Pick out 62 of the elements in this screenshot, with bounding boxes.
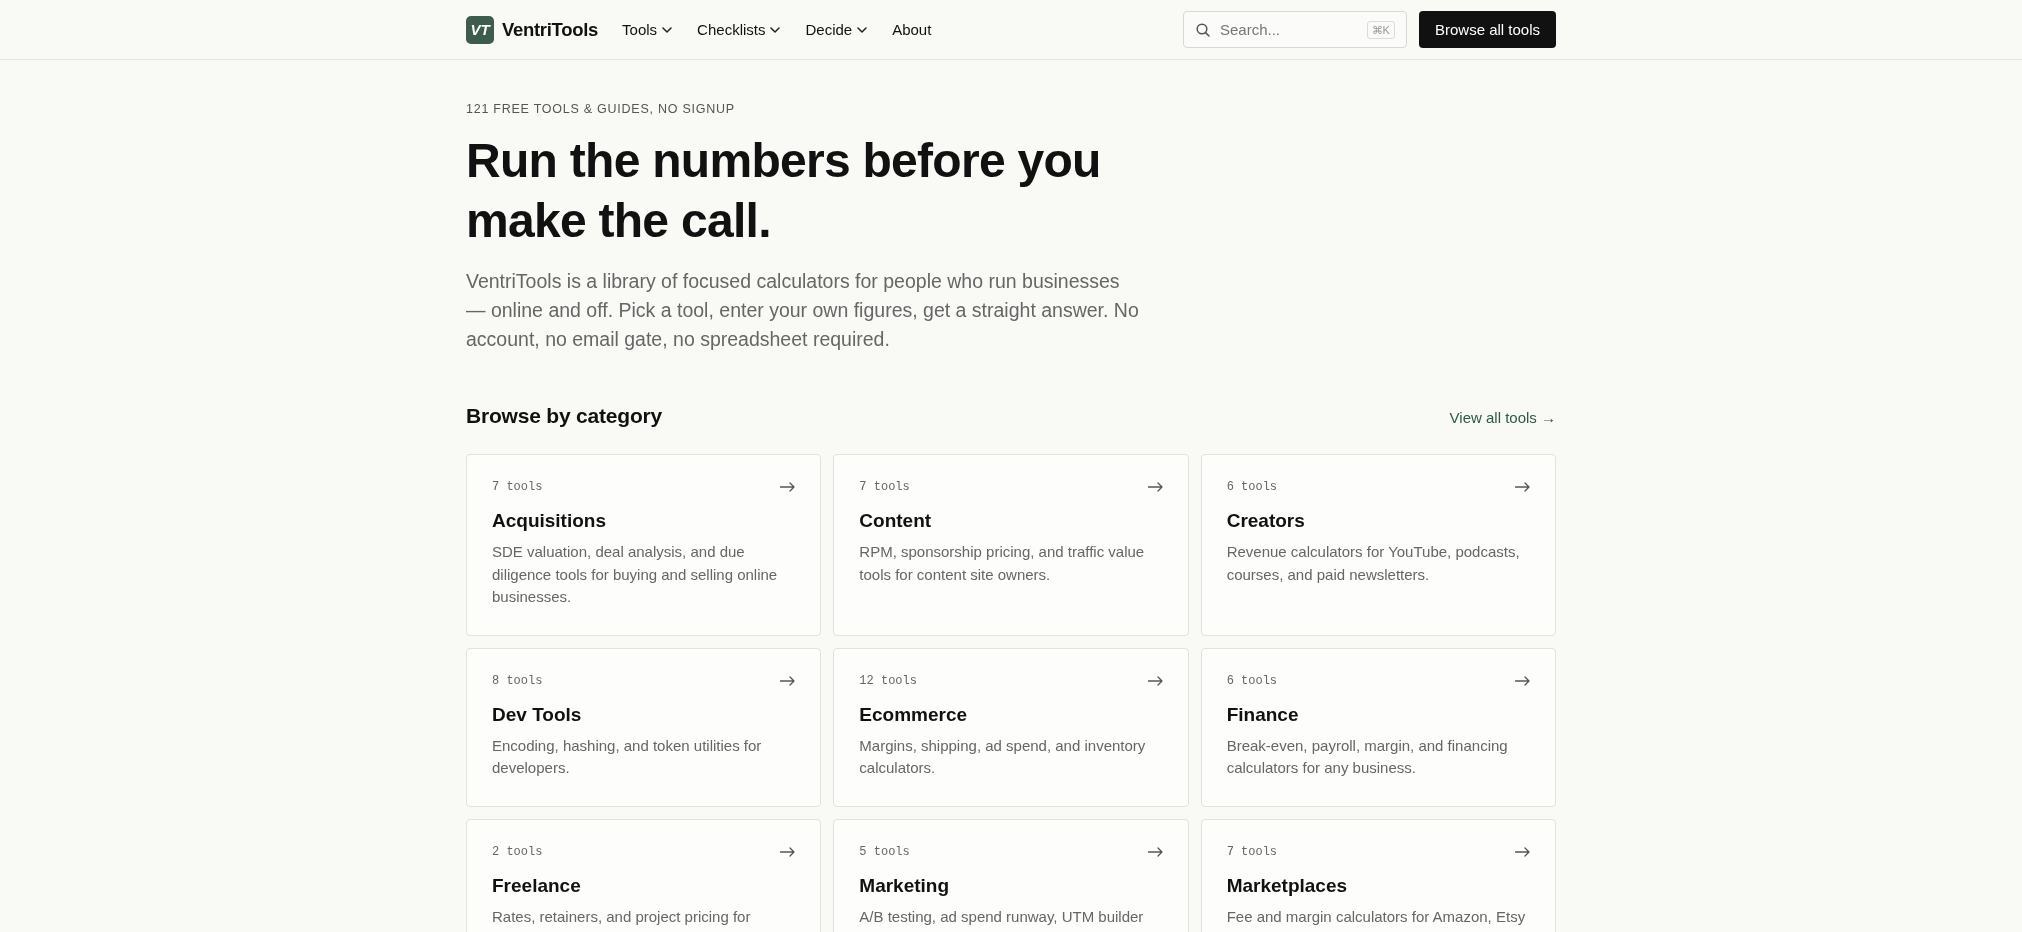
category-card[interactable]: 6 tools Creators Revenue calculators for YouTube, podcasts, courses, and paid newsletters. — [1200, 454, 1556, 636]
category-card[interactable]: 12 tools Ecommerce Margins, shipping, ad spend, and inventory calculators. — [833, 647, 1189, 807]
eyebrow-text: 121 FREE TOOLS & GUIDES, NO SIGNUP — [466, 101, 736, 117]
search-icon — [1195, 22, 1210, 37]
category-description: Revenue calculators for YouTube, podcasts, courses, and paid newsletters. — [1226, 542, 1521, 585]
nav-menu-button[interactable]: Checklists — [697, 21, 781, 38]
nav-link[interactable]: About — [892, 21, 932, 38]
arrow-right-icon — [1515, 846, 1530, 857]
arrow-right-icon — [1147, 482, 1163, 492]
category-description: Margins, shipping, ad spend, and inventory calculators. — [859, 735, 1147, 778]
arrow-right-icon — [1147, 846, 1163, 857]
category-description: SDE valuation, deal analysis, and due diligence tools for buying and selling online businesses. — [492, 542, 779, 607]
tool-count: 5 tools — [859, 843, 910, 860]
category-title: Finance — [1226, 702, 1300, 727]
tool-count: 7 tools — [859, 479, 910, 495]
category-card[interactable]: 2 tools Freelance Rates, retainers, and project pricing for — [466, 818, 822, 932]
category-title: Marketplaces — [1226, 873, 1349, 898]
shortcut-hint: ⌘K — [1366, 21, 1395, 39]
category-description: RPM, sponsorship pricing, and traffic value tools for content site owners. — [859, 542, 1146, 585]
brand-name[interactable]: VentriTools — [502, 18, 599, 41]
category-card[interactable]: 7 tools Acquisitions SDE valuation, deal analysis, and due diligence tools for buying and selling online businesses. — [466, 454, 822, 636]
hero-intro: VentriTools is a library of focused calculators for people who run businesses — online and off. Pick a tool, enter your own figures, get a straight answer. No account, no email gate, no spreadsheet required. — [466, 269, 1140, 352]
tool-count: 8 tools — [492, 672, 543, 689]
tool-count: 7 tools — [492, 479, 543, 495]
nav-menu-button[interactable]: Tools — [622, 21, 673, 38]
category-description: Encoding, hashing, and token utilities for developers. — [492, 735, 763, 778]
nav-menu-button[interactable]: Decide — [805, 21, 868, 38]
category-card[interactable]: 8 tools Dev Tools Encoding, hashing, and token utilities for developers. — [466, 647, 822, 807]
tool-count: 6 tools — [1226, 479, 1278, 495]
category-title: Ecommerce — [859, 702, 969, 727]
chevron-down-icon — [770, 26, 781, 33]
hero-heading: Run the numbers before you make the call. — [466, 133, 1102, 249]
category-card[interactable]: 7 tools Marketplaces Fee and margin calculators for Amazon, Etsy — [1200, 818, 1556, 932]
category-title: Content — [859, 509, 933, 533]
tool-count: 6 tools — [1226, 672, 1278, 689]
category-description: Break-even, payroll, margin, and financing calculators for any business. — [1226, 735, 1509, 778]
arrow-right-icon — [780, 846, 796, 857]
category-description: Fee and margin calculators for Amazon, Etsy — [1226, 906, 1527, 927]
chevron-down-icon — [857, 26, 868, 33]
category-description: Rates, retainers, and project pricing for — [492, 906, 752, 927]
chevron-down-icon — [662, 26, 673, 33]
arrow-right-icon — [1515, 675, 1530, 686]
category-card[interactable]: 5 tools Marketing A/B testing, ad spend runway, UTM builder — [833, 818, 1189, 932]
arrow-right-icon — [1515, 482, 1530, 492]
arrow-right-icon — [780, 675, 796, 686]
view-all-link[interactable]: View all tools → — [1449, 409, 1556, 426]
section-heading: Browse by category — [466, 403, 662, 429]
tool-count: 12 tools — [859, 672, 917, 689]
arrow-right-icon — [780, 482, 796, 492]
category-title: Dev Tools — [492, 702, 583, 727]
category-title: Acquisitions — [492, 509, 607, 533]
category-description: A/B testing, ad spend runway, UTM builder — [859, 906, 1145, 927]
tool-count: 7 tools — [1226, 843, 1278, 860]
tool-count: 2 tools — [492, 843, 543, 860]
category-card[interactable]: 6 tools Finance Break-even, payroll, margin, and financing calculators for any business. — [1200, 647, 1556, 807]
logo-mark[interactable]: VT — [466, 15, 494, 44]
category-title: Freelance — [492, 873, 582, 898]
arrow-right-icon — [1147, 675, 1163, 686]
category-title: Marketing — [859, 873, 951, 898]
category-card[interactable]: 7 tools Content RPM, sponsorship pricing, and traffic value tools for content site owners. — [833, 454, 1189, 636]
cta-button[interactable]: Browse all tools — [1418, 11, 1556, 48]
category-title: Creators — [1226, 509, 1306, 533]
